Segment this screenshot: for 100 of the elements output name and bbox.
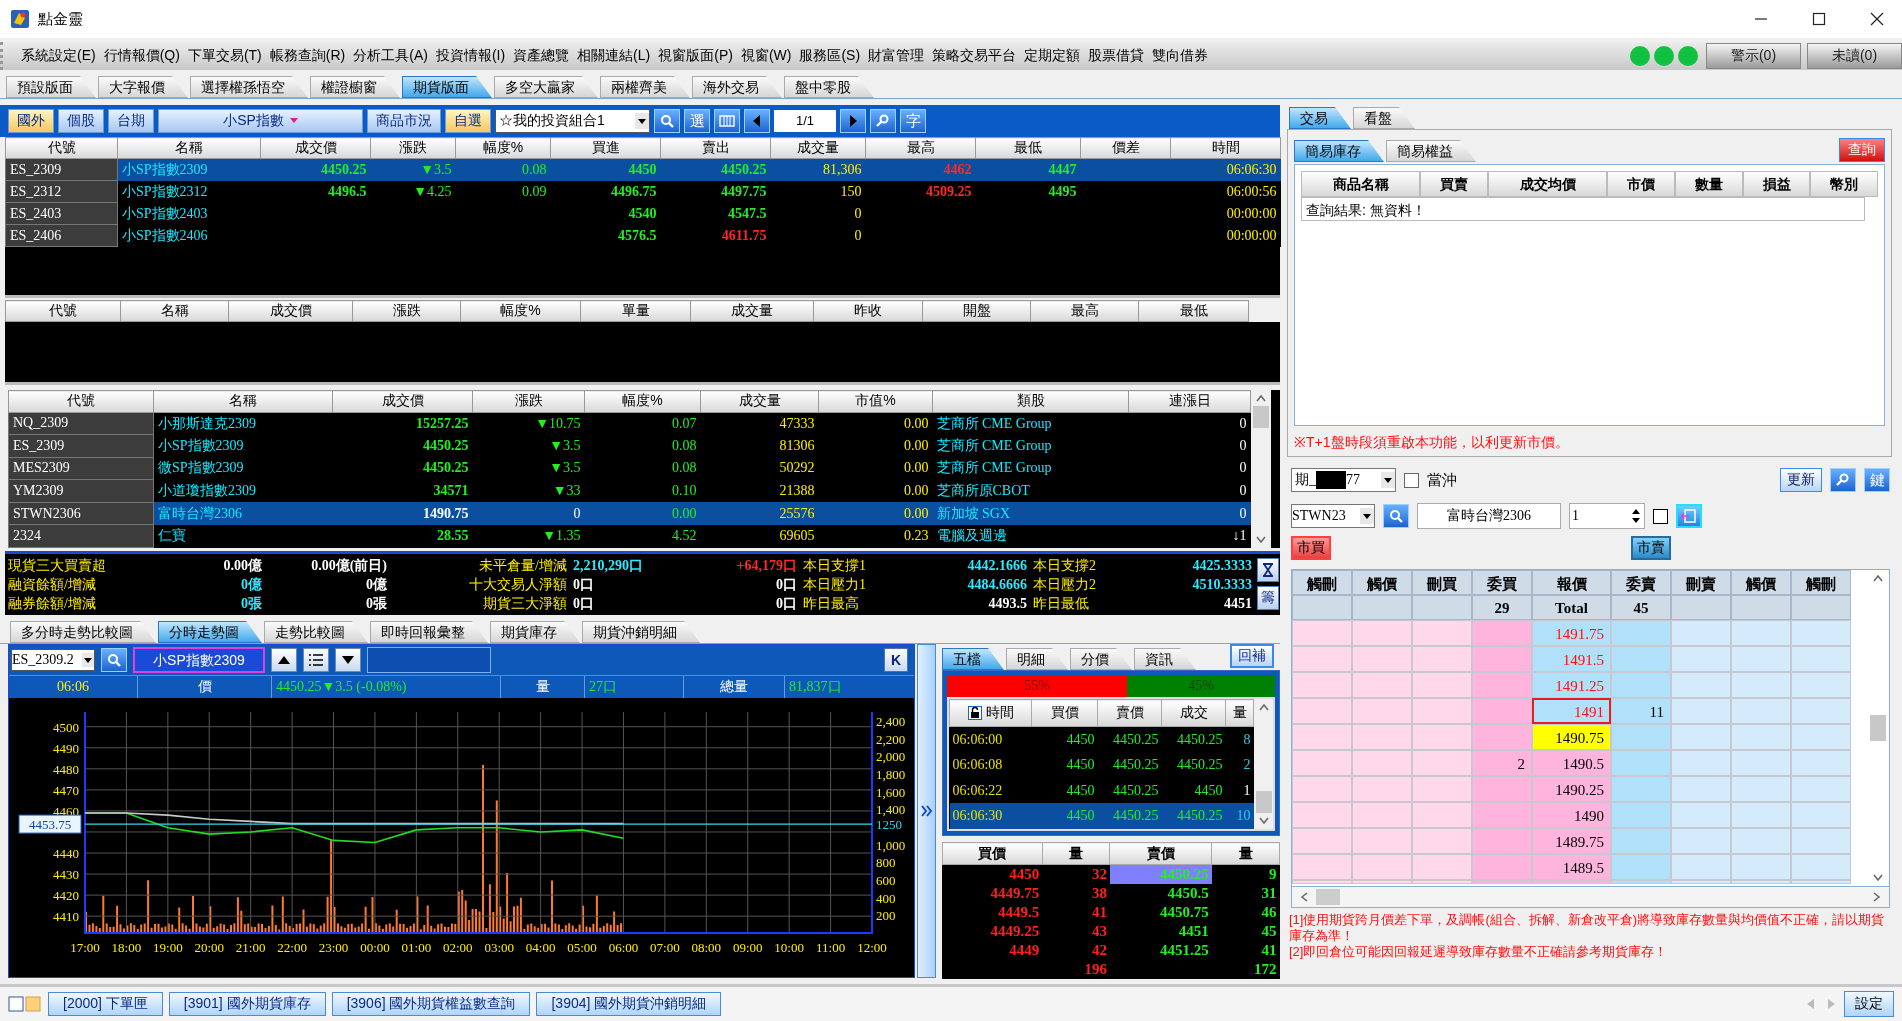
column-header: 類股 <box>932 390 1129 413</box>
total-cell: 172 <box>1211 960 1280 979</box>
column-header: 賣價 <box>1109 842 1212 865</box>
table-cell-text: 50292 <box>778 459 816 478</box>
column-header: 名稱 <box>117 137 261 159</box>
column-header: 漲跌 <box>370 137 456 159</box>
table-cell: 4449.25 <box>942 922 1043 941</box>
table-cell: 31 <box>1211 884 1280 903</box>
quote-info-text: 總量 <box>684 676 785 698</box>
table-cell: 00:00:00 <box>1170 202 1281 225</box>
table-cell: ▼4.25 <box>370 180 456 203</box>
stat-text: 4442.1666 <box>966 557 1028 575</box>
column-header: 報價 <box>1532 570 1611 595</box>
axis-label: 2,000 <box>876 749 906 765</box>
column-header: 昨收 <box>813 300 923 322</box>
table-cell: 4450.75 <box>1109 903 1212 922</box>
column-header: 成交量 <box>690 300 814 322</box>
stat-text: +64,179口 <box>735 557 798 575</box>
axis-label: 02:00 <box>443 940 473 955</box>
stat-text: 本日支撐2 <box>1032 557 1097 575</box>
table-cell: 9 <box>1211 864 1280 884</box>
axis-label: 400 <box>876 890 896 906</box>
table-cell: 小SP指數2309 <box>117 158 261 181</box>
axis-label: 600 <box>876 872 896 888</box>
axis-label: 200 <box>876 908 896 924</box>
axis-label: 06:00 <box>608 940 639 955</box>
notice-text: ※T+1盤時段須重啟本功能，以利更新市價。 <box>1294 433 1570 452</box>
table-cell: 4450.25 <box>1161 726 1226 753</box>
axis-label: 4500 <box>53 719 79 735</box>
table-cell: 0.00 <box>818 479 933 503</box>
table-cell: 43 <box>1042 922 1110 941</box>
stat-text: 融券餘額/增減 <box>7 595 97 613</box>
table-cell: 芝商所 CME Group <box>932 412 1129 435</box>
axis-label: 09:00 <box>732 940 763 955</box>
table-cell: 0.00 <box>584 502 701 525</box>
column-header: 漲跌 <box>472 390 585 413</box>
quote-info-text: 價 <box>138 676 272 698</box>
table-cell: 0 <box>472 502 585 525</box>
column-header: 代號 <box>5 137 118 159</box>
axis-label: 08:00 <box>691 940 722 955</box>
reference-price-label: 4453.75 <box>18 814 82 834</box>
column-header: 量 <box>1042 842 1110 865</box>
stat-text: 0張 <box>365 595 388 613</box>
table-cell: 06:06:22 <box>949 777 1032 804</box>
column-header: 成交價 <box>332 390 473 413</box>
stat-text: 融資餘額/增減 <box>7 576 97 594</box>
table-cell: 06:06:30 <box>949 803 1032 829</box>
table-cell: 69605 <box>700 524 819 548</box>
page-indicator: 1/1 <box>774 110 836 132</box>
column-header: 幅度% <box>584 390 701 413</box>
table-cell: ES_2309 <box>5 158 118 181</box>
column-header: 成交 <box>1161 699 1226 727</box>
axis-label: 05:00 <box>567 940 597 955</box>
table-cell: 0 <box>770 224 866 247</box>
axis-label: 17:00 <box>70 940 100 955</box>
stat-text: 未平倉量/增減 <box>478 557 568 575</box>
axis-label: 07:00 <box>650 940 680 955</box>
table-cell: 小那斯達克2309 <box>153 412 333 435</box>
stat-text: 0.00億(前日) <box>310 557 388 575</box>
table-cell-text: 0 <box>1238 436 1248 455</box>
stat-text: 0張 <box>240 595 263 613</box>
axis-label: 00:00 <box>360 940 390 955</box>
table-cell: 富時台灣2306 <box>153 502 333 525</box>
table-cell: 0 <box>1128 479 1251 503</box>
table-cell: 小SP指數2312 <box>117 180 261 203</box>
column-header: 刪賣 <box>1671 570 1731 595</box>
axis-label: 2,200 <box>876 731 906 747</box>
table-cell-text: 4450.25 <box>1176 756 1224 775</box>
axis-label: 04:00 <box>525 940 556 955</box>
column-header: 名稱 <box>153 390 333 413</box>
stat-text: 0億 <box>365 576 388 594</box>
table-cell: 150 <box>770 180 866 203</box>
table-cell: 4611.75 <box>660 224 771 247</box>
column-header: 損益 <box>1742 171 1811 197</box>
table-cell: 0.10 <box>584 479 701 503</box>
column-header: 時間 <box>949 699 1032 727</box>
table-cell-text: 0.08 <box>671 459 698 478</box>
table-cell: 新加坡 SGX <box>932 502 1129 525</box>
column-header: 幅度% <box>455 137 551 159</box>
quote-info-text: 81,837口 <box>788 678 843 696</box>
stat-text: 0口 <box>572 576 595 594</box>
column-header: 漲跌 <box>352 300 461 322</box>
column-header: 幣別 <box>1810 171 1879 197</box>
table-cell: 4547.5 <box>660 202 771 225</box>
table-cell: YM2309 <box>8 479 154 503</box>
sell-ratio-text: 45% <box>1187 677 1216 695</box>
axis-label: 2,400 <box>876 713 906 729</box>
table-cell: 電腦及週邊 <box>932 524 1129 548</box>
table-cell-text: 芝商所 CME Group <box>935 459 1053 478</box>
column-header: 數量 <box>1675 171 1743 197</box>
column-header: 市價 <box>1607 171 1676 197</box>
axis-label: 23:00 <box>318 940 349 955</box>
axis-label: 4470 <box>53 782 79 798</box>
table-cell: ES_2403 <box>5 202 118 225</box>
stat-text: 本日壓力1 <box>802 576 867 594</box>
table-cell: 2324 <box>8 524 154 548</box>
column-header: 觸價 <box>1352 570 1412 595</box>
total-cell: 196 <box>1042 960 1110 979</box>
table-cell: 47333 <box>700 412 819 435</box>
column-header: 賣出 <box>660 137 771 159</box>
